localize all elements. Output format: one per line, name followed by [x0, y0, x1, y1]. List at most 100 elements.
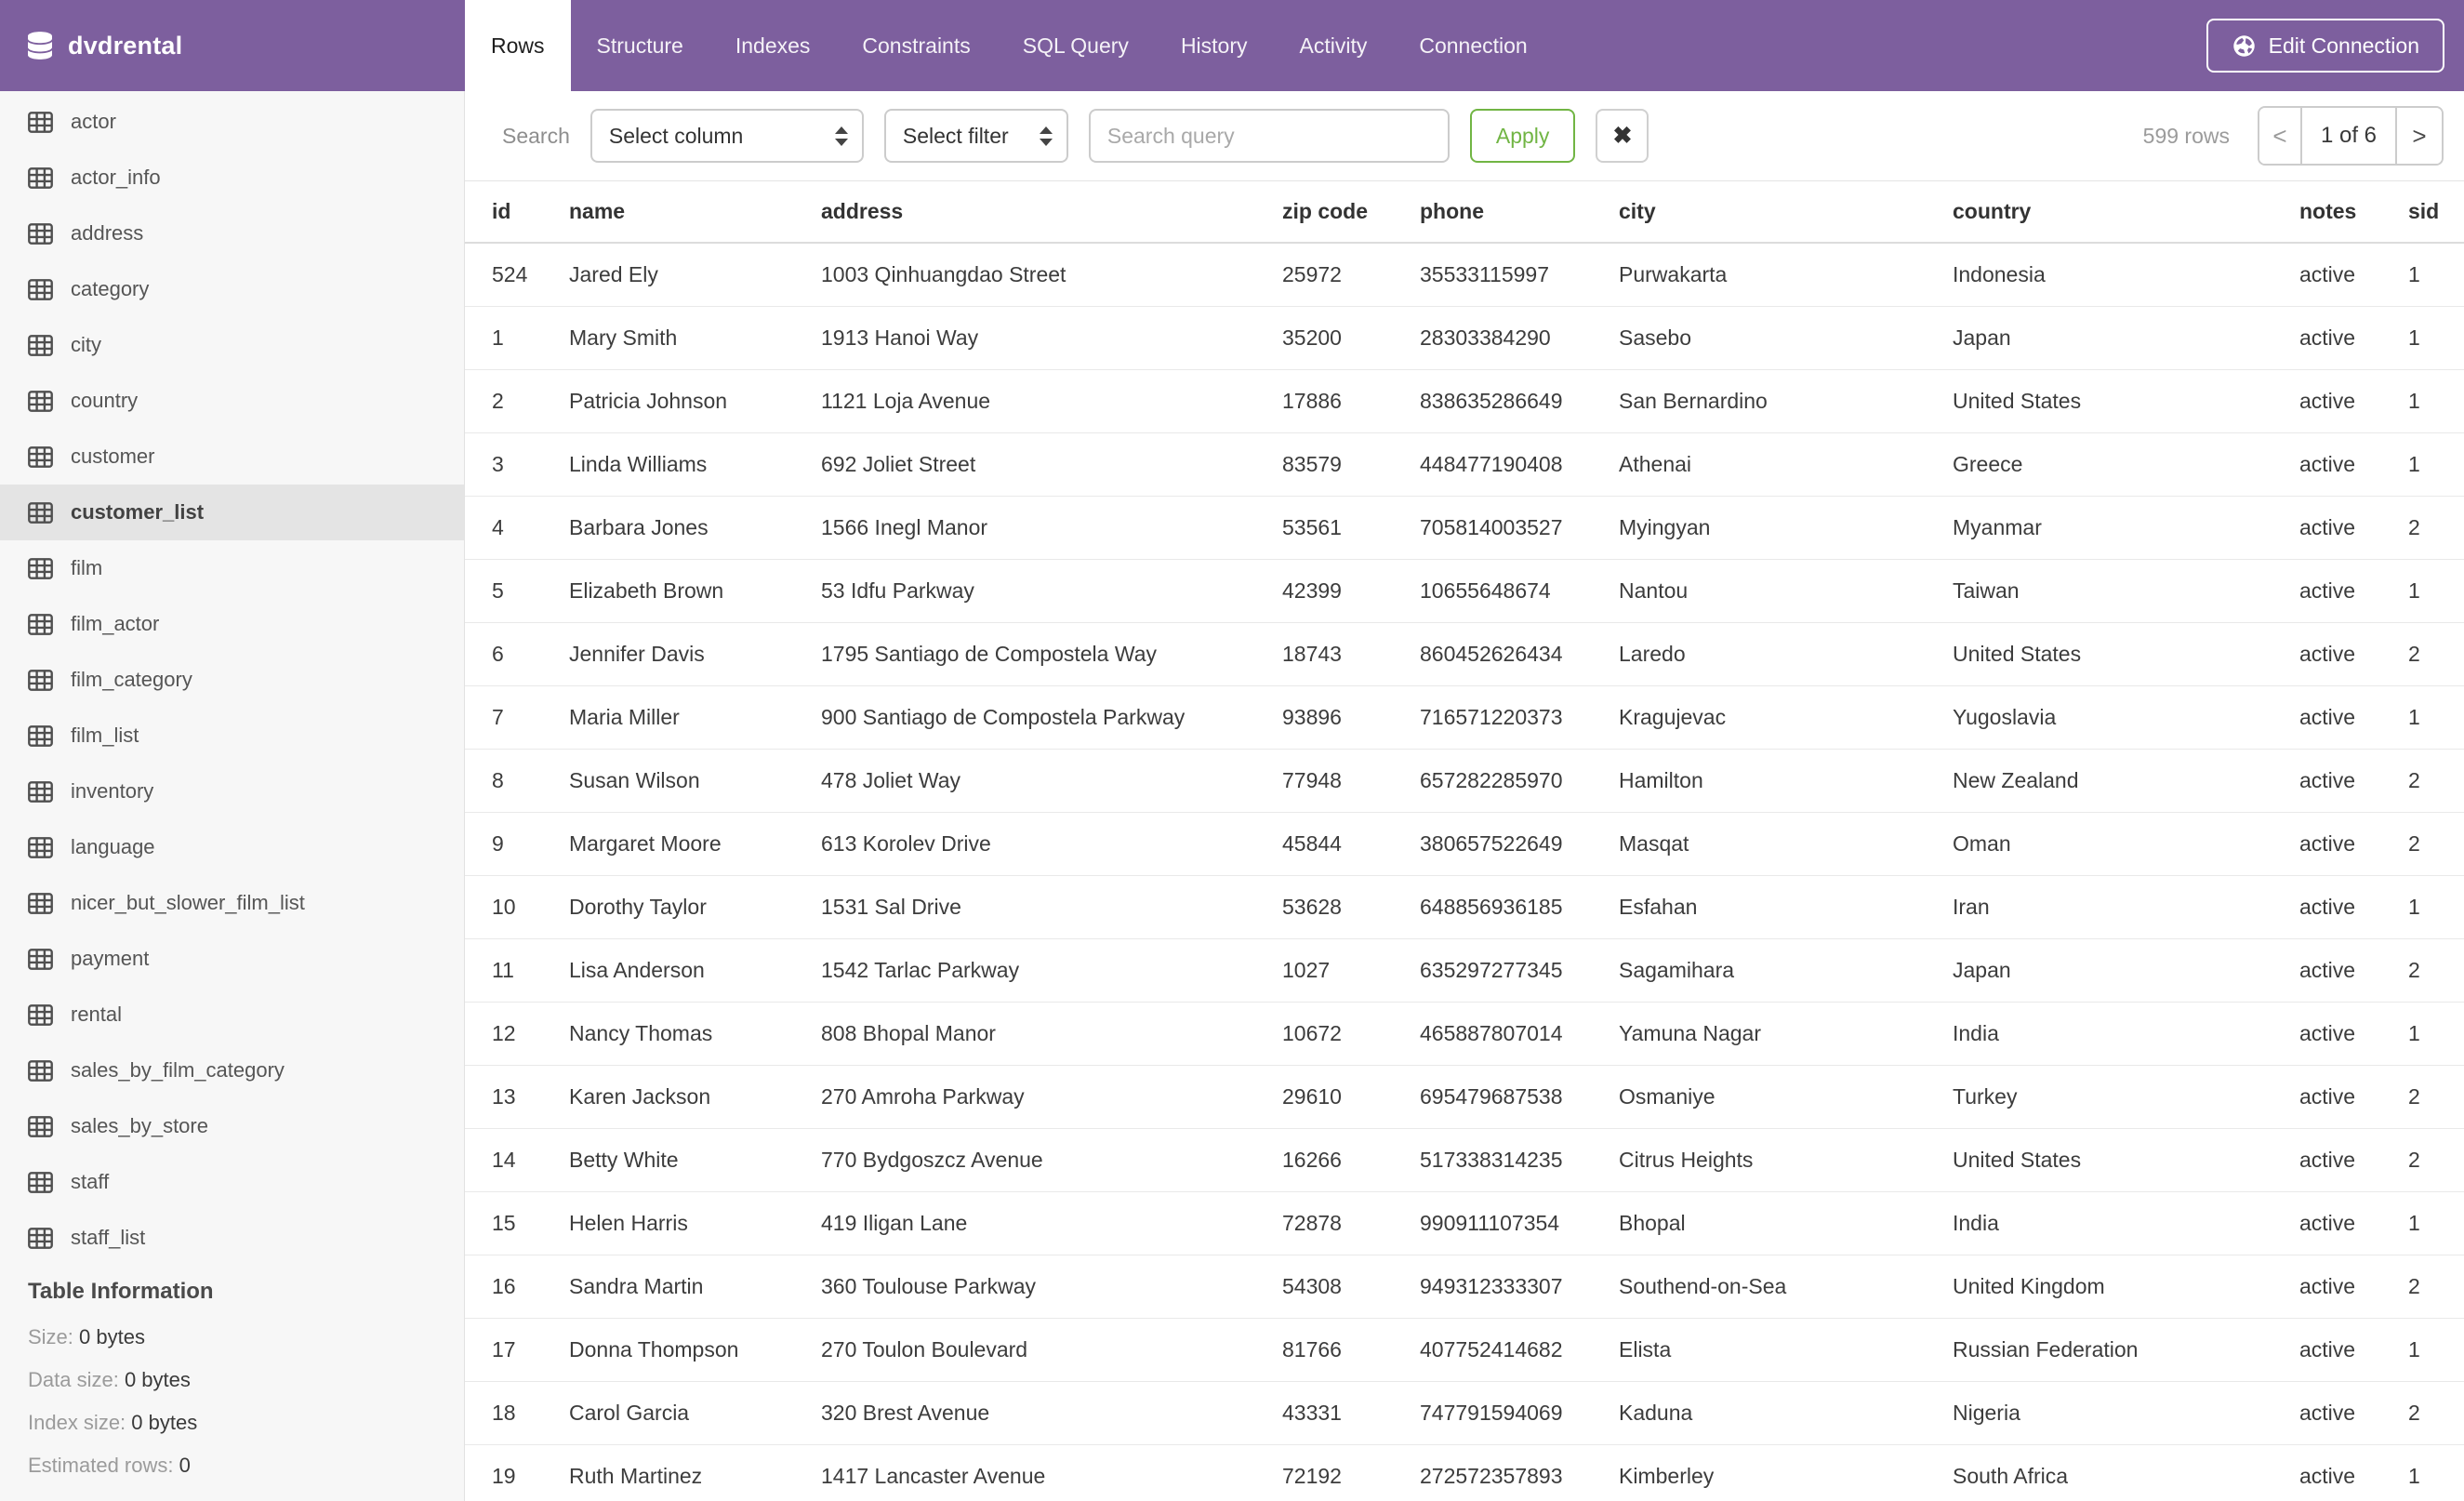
- cell: 77948: [1282, 749, 1420, 813]
- sidebar-item-customer[interactable]: customer: [0, 429, 464, 485]
- sidebar-item-actor_info[interactable]: actor_info: [0, 150, 464, 206]
- table-row[interactable]: 3 Linda Williams 692 Joliet Street 83579 448…: [465, 432, 2464, 497]
- table-row[interactable]: 4 Barbara Jones 1566 Inegl Manor 53561 70581…: [465, 496, 2464, 560]
- table-row[interactable]: 5 Elizabeth Brown 53 Idfu Parkway 42399 1065…: [465, 559, 2464, 623]
- table-row[interactable]: 11 Lisa Anderson 1542 Tarlac Parkway 1027 63…: [465, 938, 2464, 1003]
- column-header-name[interactable]: name: [569, 181, 821, 244]
- table-row[interactable]: 12 Nancy Thomas 808 Bhopal Manor 10672 46588…: [465, 1002, 2464, 1066]
- tab-sql-query[interactable]: SQL Query: [997, 0, 1155, 91]
- cell: 25972: [1282, 243, 1420, 307]
- column-header-city[interactable]: city: [1619, 181, 1953, 244]
- tab-indexes[interactable]: Indexes: [709, 0, 837, 91]
- next-page-button[interactable]: >: [2397, 108, 2442, 164]
- prev-page-button[interactable]: <: [2259, 108, 2302, 164]
- sidebar-item-actor[interactable]: actor: [0, 94, 464, 150]
- table-information-rows: Size: 0 bytes Data size: 0 bytes Index siz…: [28, 1325, 464, 1478]
- column-select-value: Select column: [608, 123, 744, 148]
- cell: 635297277345: [1420, 938, 1619, 1003]
- column-header-country[interactable]: country: [1953, 181, 2299, 244]
- sidebar-item-customer_list[interactable]: customer_list: [0, 485, 464, 540]
- cell: 93896: [1282, 685, 1420, 750]
- cell: 18: [465, 1381, 569, 1445]
- cell: 29610: [1282, 1065, 1420, 1129]
- tab-activity[interactable]: Activity: [1274, 0, 1394, 91]
- sidebar-item-category[interactable]: category: [0, 261, 464, 317]
- cell: active: [2299, 496, 2408, 560]
- column-header-address[interactable]: address: [821, 181, 1282, 244]
- tab-connection[interactable]: Connection: [1393, 0, 1553, 91]
- cell: 1531 Sal Drive: [821, 875, 1282, 939]
- sidebar-item-city[interactable]: city: [0, 317, 464, 373]
- sidebar-item-inventory[interactable]: inventory: [0, 764, 464, 819]
- table-row[interactable]: 18 Carol Garcia 320 Brest Avenue 43331 74779…: [465, 1381, 2464, 1445]
- cell: Carol Garcia: [569, 1381, 821, 1445]
- tab-rows[interactable]: Rows: [465, 0, 571, 91]
- sidebar-item-film_category[interactable]: film_category: [0, 652, 464, 708]
- table-row[interactable]: 13 Karen Jackson 270 Amroha Parkway 29610 69…: [465, 1065, 2464, 1129]
- cell: active: [2299, 685, 2408, 750]
- table-name: address: [71, 221, 144, 245]
- cell: United States: [1953, 622, 2299, 686]
- sidebar-item-nicer_but_slower_film_list[interactable]: nicer_but_slower_film_list: [0, 875, 464, 931]
- table-row[interactable]: 524 Jared Ely 1003 Qinhuangdao Street 25972…: [465, 243, 2464, 307]
- sidebar-item-sales_by_film_category[interactable]: sales_by_film_category: [0, 1043, 464, 1098]
- sidebar-item-address[interactable]: address: [0, 206, 464, 261]
- cell: Bhopal: [1619, 1191, 1953, 1255]
- sidebar-item-staff_list[interactable]: staff_list: [0, 1210, 464, 1266]
- cell: Donna Thompson: [569, 1318, 821, 1382]
- cell: Elista: [1619, 1318, 1953, 1382]
- sidebar-item-rental[interactable]: rental: [0, 987, 464, 1043]
- search-query-input[interactable]: [1088, 109, 1450, 163]
- sidebar-item-film_actor[interactable]: film_actor: [0, 596, 464, 652]
- apply-button[interactable]: Apply: [1469, 109, 1576, 163]
- edit-connection-button[interactable]: Edit Connection: [2206, 19, 2444, 73]
- cell: 1027: [1282, 938, 1420, 1003]
- cell: Susan Wilson: [569, 749, 821, 813]
- column-header-sid[interactable]: sid: [2408, 181, 2464, 244]
- cell: 1: [2408, 243, 2464, 307]
- sidebar-item-country[interactable]: country: [0, 373, 464, 429]
- cell: Patricia Johnson: [569, 369, 821, 433]
- table-row[interactable]: 7 Maria Miller 900 Santiago de Compostela …: [465, 685, 2464, 750]
- sidebar-item-payment[interactable]: payment: [0, 931, 464, 987]
- column-header-zip-code[interactable]: zip code: [1282, 181, 1420, 244]
- cell: Lisa Anderson: [569, 938, 821, 1003]
- cell: 1: [2408, 559, 2464, 623]
- sidebar-item-sales_by_store[interactable]: sales_by_store: [0, 1098, 464, 1154]
- table-row[interactable]: 1 Mary Smith 1913 Hanoi Way 35200 2830338429…: [465, 306, 2464, 370]
- table-row[interactable]: 8 Susan Wilson 478 Joliet Way 77948 65728228…: [465, 749, 2464, 813]
- cell: Masqat: [1619, 812, 1953, 876]
- table-row[interactable]: 6 Jennifer Davis 1795 Santiago de Composte…: [465, 622, 2464, 686]
- cell: 17: [465, 1318, 569, 1382]
- column-select[interactable]: Select column: [590, 109, 864, 163]
- table-row[interactable]: 14 Betty White 770 Bydgoszcz Avenue 16266 51…: [465, 1128, 2464, 1192]
- filter-select[interactable]: Select filter: [883, 109, 1068, 163]
- tab-structure[interactable]: Structure: [571, 0, 709, 91]
- cell: active: [2299, 938, 2408, 1003]
- clear-search-button[interactable]: ✖: [1596, 109, 1649, 163]
- sidebar-item-film_list[interactable]: film_list: [0, 708, 464, 764]
- table-icon: [28, 111, 53, 133]
- sidebar-item-language[interactable]: language: [0, 819, 464, 875]
- tab-constraints[interactable]: Constraints: [836, 0, 996, 91]
- cell: 2: [2408, 749, 2464, 813]
- table-row[interactable]: 9 Margaret Moore 613 Korolev Drive 45844 380…: [465, 812, 2464, 876]
- sidebar-item-film[interactable]: film: [0, 540, 464, 596]
- table-row[interactable]: 2 Patricia Johnson 1121 Loja Avenue 17886 83…: [465, 369, 2464, 433]
- table-icon: [28, 724, 53, 747]
- table-row[interactable]: 15 Helen Harris 419 Iligan Lane 72878 990911…: [465, 1191, 2464, 1255]
- table-row[interactable]: 16 Sandra Martin 360 Toulouse Parkway 54308…: [465, 1255, 2464, 1319]
- cell: 2: [2408, 1065, 2464, 1129]
- cell: Margaret Moore: [569, 812, 821, 876]
- table-icon: [28, 1227, 53, 1249]
- cell: active: [2299, 749, 2408, 813]
- cell: 1: [2408, 432, 2464, 497]
- column-header-phone[interactable]: phone: [1420, 181, 1619, 244]
- table-row[interactable]: 17 Donna Thompson 270 Toulon Boulevard 8176…: [465, 1318, 2464, 1382]
- column-header-id[interactable]: id: [465, 181, 569, 244]
- column-header-notes[interactable]: notes: [2299, 181, 2408, 244]
- table-row[interactable]: 10 Dorothy Taylor 1531 Sal Drive 53628 64885…: [465, 875, 2464, 939]
- sidebar-item-staff[interactable]: staff: [0, 1154, 464, 1210]
- tab-history[interactable]: History: [1155, 0, 1274, 91]
- table-row[interactable]: 19 Ruth Martinez 1417 Lancaster Avenue 7219…: [465, 1444, 2464, 1501]
